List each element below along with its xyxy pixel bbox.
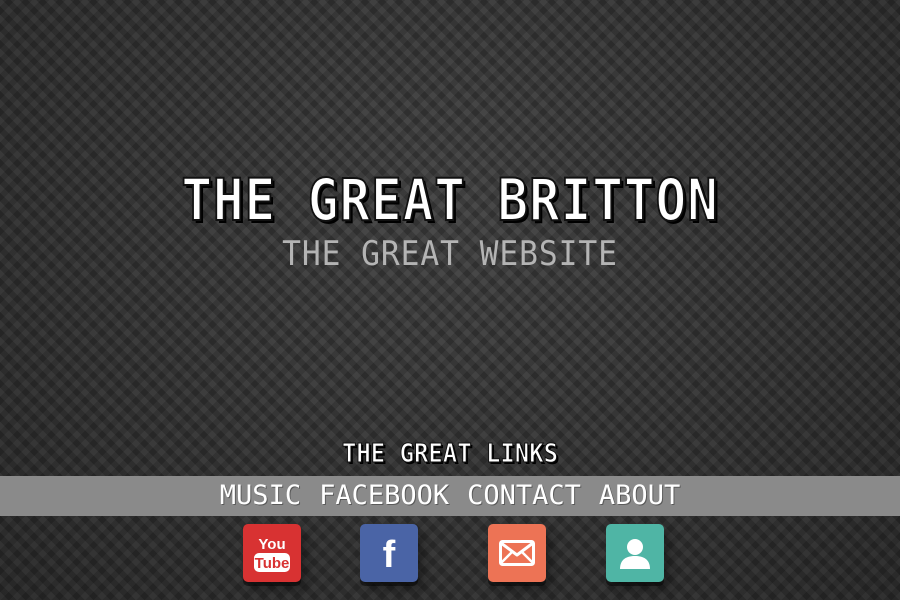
user-icon — [620, 539, 650, 569]
facebook-icon-letter: f — [383, 534, 396, 575]
nav-link-about[interactable]: ABOUT — [590, 476, 689, 516]
facebook-icon: f — [383, 534, 396, 575]
mail-button[interactable] — [488, 524, 546, 582]
youtube-icon-text-top: You — [258, 536, 285, 553]
youtube-icon-text-bottom: Tube — [255, 555, 290, 572]
hero: THE GREAT BRITTON THE GREAT WEBSITE — [0, 166, 900, 274]
site-subtitle: THE GREAT WEBSITE — [282, 234, 618, 274]
nav-link-music[interactable]: MUSIC — [211, 476, 310, 516]
youtube-icon: You Tube — [254, 536, 290, 572]
links-heading: THE GREAT LINKS — [341, 439, 559, 470]
youtube-button[interactable]: You Tube — [243, 524, 301, 582]
facebook-button[interactable]: f — [360, 524, 418, 582]
nav-link-contact[interactable]: CONTACT — [458, 476, 590, 516]
nav-bar: MUSIC FACEBOOK CONTACT ABOUT — [0, 476, 900, 516]
site-title: THE GREAT BRITTON — [180, 166, 719, 234]
user-button[interactable] — [606, 524, 664, 582]
nav-link-facebook[interactable]: FACEBOOK — [310, 476, 458, 516]
mail-icon — [499, 540, 535, 566]
social-links: You Tube f — [0, 522, 900, 592]
